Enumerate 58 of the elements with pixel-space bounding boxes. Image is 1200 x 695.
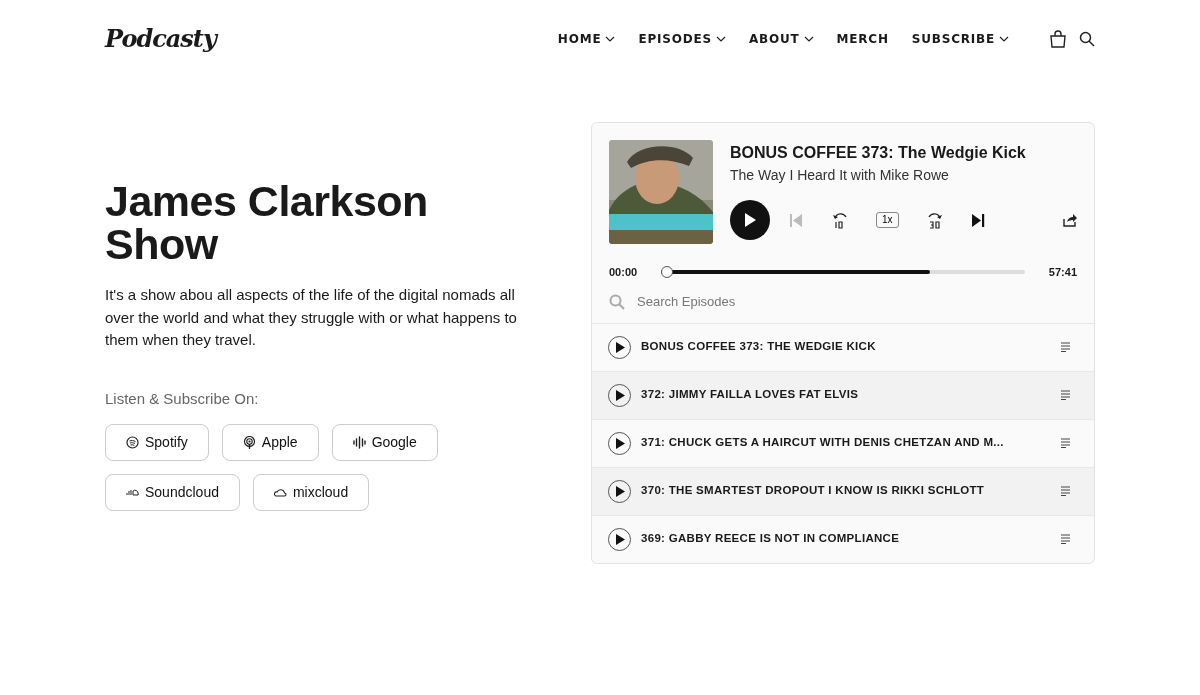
episode-row[interactable]: BONUS COFFEE 373: THE WEDGIE KICK [592, 322, 1094, 371]
progress-bar[interactable] [661, 266, 1025, 279]
platform-button[interactable]: mixcloud [252, 474, 370, 511]
sound-bars-icon [352, 436, 366, 449]
platform-button[interactable]: Spotify [105, 424, 209, 461]
duration-time: 57:41 [1047, 265, 1077, 280]
spotify-icon [126, 436, 139, 449]
platform-button[interactable]: Apple [221, 424, 319, 461]
chevron-down-icon [999, 36, 1009, 42]
play-icon [614, 341, 625, 353]
forward-30-icon[interactable] [926, 211, 943, 229]
speed-button[interactable]: 1x [876, 212, 899, 228]
play-icon [614, 533, 625, 545]
search-field[interactable]: Search Episodes [635, 290, 835, 313]
show-title: James Clarkson Show [105, 180, 429, 266]
list-icon[interactable] [1061, 534, 1070, 544]
list-icon[interactable] [1061, 342, 1070, 352]
list-icon[interactable] [1061, 486, 1070, 496]
chevron-down-icon [803, 36, 814, 42]
episode-title: BONUS COFFEE 373: THE WEDGIE KICK [641, 339, 877, 355]
share-icon[interactable] [1063, 213, 1077, 227]
rewind-10-icon[interactable] [832, 211, 848, 229]
episode-row[interactable]: 369: GABBY REECE IS NOT IN COMPLIANCE [592, 514, 1094, 563]
podcast-icon [242, 436, 256, 449]
episode-row[interactable]: 372: JIMMY FAILLA LOVES FAT ELVIS [592, 370, 1094, 419]
play-icon [614, 485, 625, 497]
elapsed-time: 00:00 [609, 265, 639, 280]
play-icon [614, 389, 625, 401]
logo[interactable]: Podcasty [105, 21, 216, 57]
list-icon[interactable] [1061, 438, 1070, 448]
show-name: The Way I Heard It with Mike Rowe [730, 166, 950, 185]
play-icon [743, 212, 757, 228]
show-description: It's a show abou all aspects of the life of the digital nomads all over the world and what they struggle with or what happens to them when they travel. [105, 285, 518, 350]
skip-forward-icon[interactable] [971, 213, 985, 227]
episode-title: 372: JIMMY FAILLA LOVES FAT ELVIS [641, 387, 860, 403]
subscribe-label: Listen & Subscribe On: [105, 388, 260, 409]
episode-row[interactable]: 371: CHUCK GETS A HAIRCUT WITH DENIS CHETZAN AND M... [592, 418, 1094, 467]
nav-link[interactable]: ABOUT [748, 30, 814, 48]
search-icon [609, 293, 625, 310]
nav-link[interactable]: SUBSCRIBE [911, 30, 1009, 48]
play-icon [614, 437, 625, 449]
episode-title: 371: CHUCK GETS A HAIRCUT WITH DENIS CHETZAN AND M... [641, 435, 1005, 451]
platform-button[interactable]: Google [331, 424, 438, 461]
search-icon[interactable] [1079, 31, 1095, 47]
cloud-icon [273, 486, 287, 499]
chevron-down-icon [715, 36, 726, 42]
list-icon[interactable] [1061, 390, 1070, 400]
chevron-down-icon [605, 36, 616, 42]
nav-link[interactable]: MERCH [836, 30, 889, 48]
episode-title: 369: GABBY REECE IS NOT IN COMPLIANCE [641, 531, 901, 547]
platform-button[interactable]: Soundcloud [105, 474, 240, 511]
episode-title: 370: THE SMARTEST DROPOUT I KNOW IS RIKKI SCHLOTT [641, 483, 986, 499]
play-button[interactable] [730, 200, 770, 240]
nav-link[interactable]: EPISODES [638, 30, 726, 48]
shopping-bag-icon[interactable] [1049, 30, 1067, 48]
episode-title: BONUS COFFEE 373: The Wedgie Kick [730, 143, 1027, 163]
episode-row[interactable]: 370: THE SMARTEST DROPOUT I KNOW IS RIKKI SCHLOTT [592, 466, 1094, 515]
nav-link[interactable]: HOME [557, 30, 616, 48]
